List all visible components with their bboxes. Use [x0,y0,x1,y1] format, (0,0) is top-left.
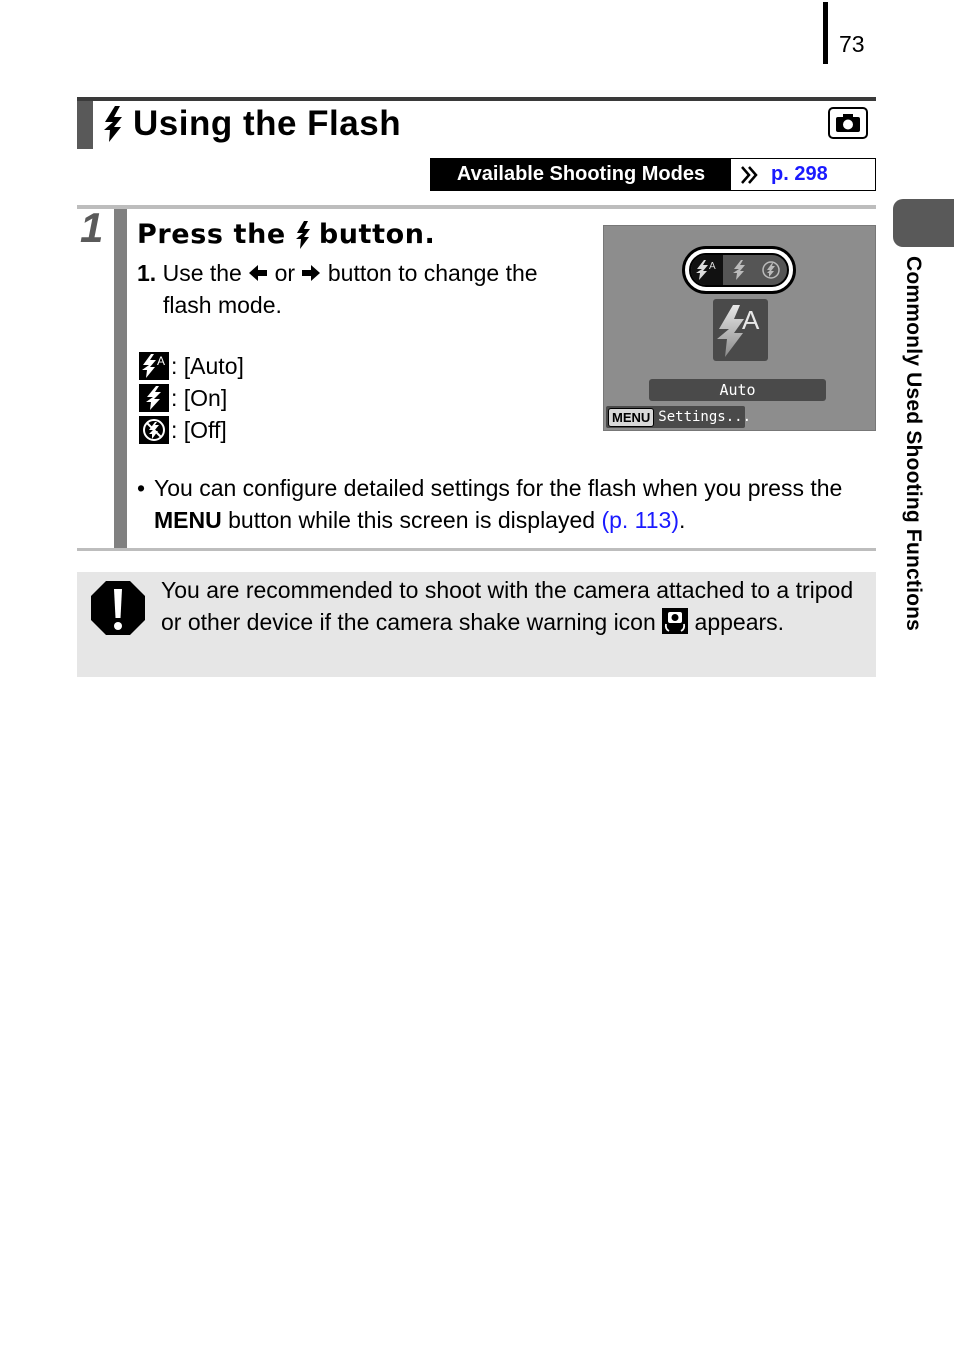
instruction-text: flash mode. [163,292,282,318]
instruction-1: 1. Use the or button to change the flash… [137,257,587,321]
flash-on-icon [733,260,745,280]
flash-icon [295,220,310,249]
chapter-tab-label: Commonly Used Shooting Functions [902,256,925,632]
selector-option-flash-auto[interactable]: A [691,255,723,285]
double-chevron-right-icon [741,165,758,184]
step-number: 1 [80,204,104,251]
flash-off-icon [139,416,169,444]
flash-mode-selector[interactable]: A [682,246,796,294]
note-text: You can configure detailed settings for … [154,475,843,501]
mode-auto-row: A : [Auto] [139,352,244,380]
camera-shake-icon [662,608,689,634]
caution-text-part: appears. [694,609,785,635]
note-bullet: • You can configure detailed settings fo… [137,472,877,536]
arrow-right-icon [302,265,321,281]
instruction-text: button to change the [327,260,538,286]
step-heading-before: Press the [137,219,286,250]
chapter-tab[interactable] [893,199,954,247]
instruction-text: Use the [162,260,242,286]
note-text-end: . [679,507,686,533]
title-rule [77,97,876,101]
mode-off-row: : [Off] [139,416,227,444]
menu-keyword: MENU [154,507,222,533]
mode-off-label: : [Off] [171,416,227,443]
page-number: 73 [839,31,865,57]
step-top-rule [77,205,876,209]
step-accent-bar [114,209,127,548]
selector-option-flash-off[interactable] [755,255,787,285]
mode-on-row: : [On] [139,384,227,412]
svg-text:A: A [742,305,760,335]
page-title: Using the Flash [133,104,402,143]
camera-screen: A A Auto MENU Settings... [603,225,876,431]
mode-auto-label: : [Auto] [171,352,244,379]
available-modes-label: Available Shooting Modes [431,159,731,190]
flash-auto-icon: A [696,260,716,280]
caution-icon [91,581,145,635]
mode-on-label: : [On] [171,384,228,411]
caution-text: You are recommended to shoot with the ca… [161,574,871,638]
bullet-dot: • [137,475,146,501]
svg-text:A: A [157,354,165,368]
menu-key-icon: MENU [608,407,655,427]
step-heading-after: button. [318,219,436,250]
arrow-left-icon [249,265,268,281]
flash-on-icon [139,384,169,412]
step-bottom-rule [77,548,876,551]
flash-off-icon [762,261,780,279]
camera-mode-icon [828,107,868,139]
page-number-rule [823,2,828,64]
available-modes-page-link[interactable]: p. 298 [771,163,828,186]
camera-icon [836,114,860,132]
flash-auto-icon: A [139,352,169,380]
settings-label: Settings... [658,409,751,425]
instruction-text: or [274,260,296,286]
flash-icon [104,106,122,142]
settings-hint[interactable]: MENU Settings... [606,406,751,428]
step-heading: Press the button. [137,219,435,250]
flash-mode-name: Auto [649,379,826,401]
selector-option-flash-on[interactable] [723,255,755,285]
page-link-113[interactable]: (p. 113) [601,507,679,533]
flash-auto-large-icon: A [713,299,768,361]
title-accent-bar [77,101,93,149]
instruction-index: 1. [137,260,157,286]
svg-text:A: A [709,261,716,272]
available-shooting-modes: Available Shooting Modes p. 298 [430,158,876,191]
note-text: button while this screen is displayed [228,507,596,533]
caution-box: You are recommended to shoot with the ca… [77,572,876,677]
